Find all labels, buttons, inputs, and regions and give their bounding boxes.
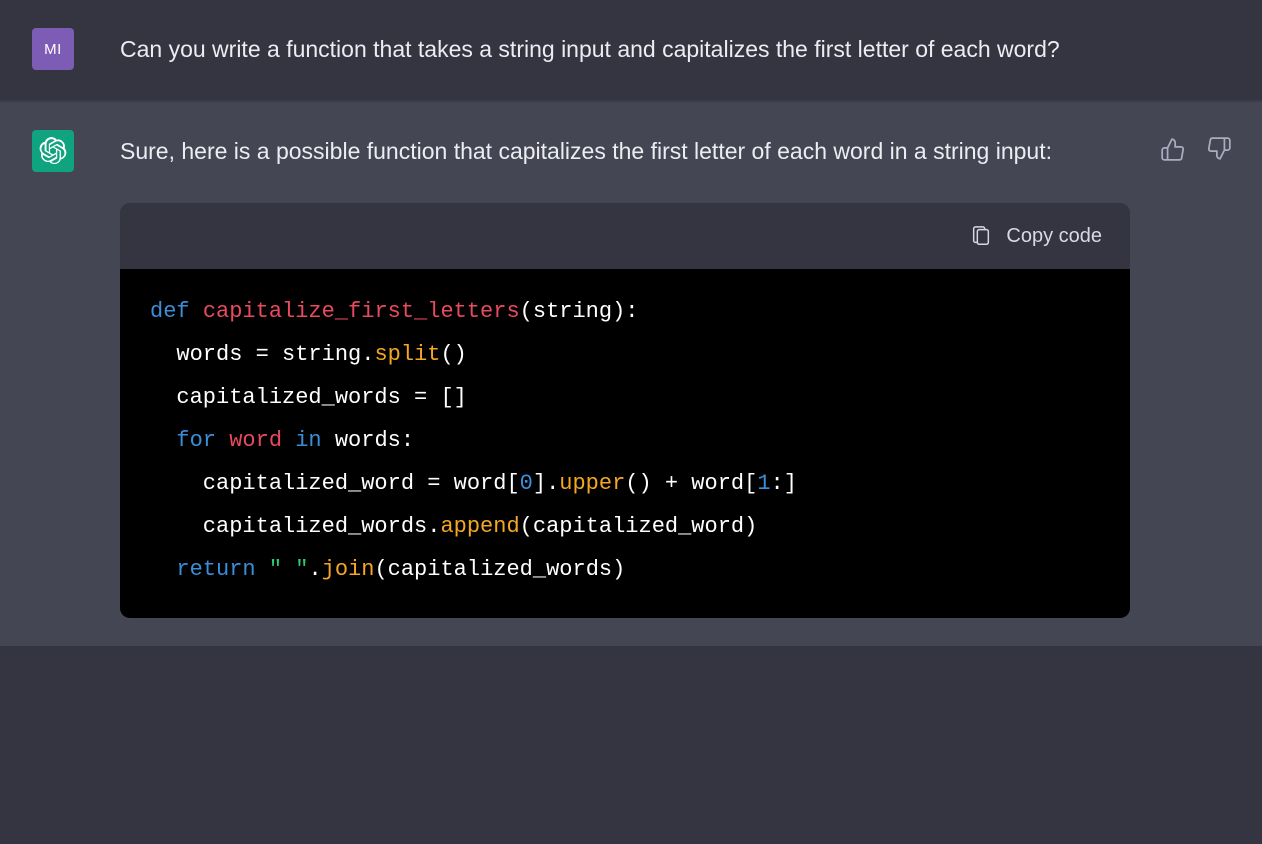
assistant-message-text: Sure, here is a possible function that c… (120, 130, 1080, 174)
openai-logo-icon (39, 137, 67, 165)
assistant-message-content: Sure, here is a possible function that c… (120, 130, 1140, 618)
user-message-content: Can you write a function that takes a st… (120, 28, 1232, 72)
code-block: Copy code def capitalize_first_letters(s… (120, 203, 1130, 617)
user-avatar: MI (32, 28, 74, 70)
method-join: join (322, 557, 375, 582)
code-line-capwords-init: capitalized_words = [] (150, 385, 467, 410)
thumbs-down-icon[interactable] (1206, 136, 1232, 162)
code-text: () + word[ (625, 471, 757, 496)
code-block-header: Copy code (120, 203, 1130, 269)
code-text: capitalized_word = word[ (150, 471, 520, 496)
keyword-in: in (295, 428, 321, 453)
code-text: capitalized_words. (150, 514, 440, 539)
keyword-return: return (176, 557, 255, 582)
clipboard-icon (970, 225, 992, 247)
method-split: split (374, 342, 440, 367)
var-word: word (229, 428, 282, 453)
thumbs-up-icon[interactable] (1160, 136, 1186, 162)
method-append: append (440, 514, 519, 539)
code-text: ]. (533, 471, 559, 496)
code-text: :] (771, 471, 797, 496)
user-message-text: Can you write a function that takes a st… (120, 28, 1080, 72)
number-0: 0 (520, 471, 533, 496)
message-actions (1160, 130, 1232, 618)
code-text: words: (322, 428, 414, 453)
method-upper: upper (559, 471, 625, 496)
user-message-row: MI Can you write a function that takes a… (0, 0, 1262, 101)
user-avatar-initials: MI (44, 41, 62, 58)
assistant-avatar (32, 130, 74, 172)
keyword-for: for (176, 428, 216, 453)
code-text: (capitalized_words) (374, 557, 625, 582)
code-text: . (308, 557, 321, 582)
keyword-def: def (150, 299, 190, 324)
code-text: () (440, 342, 466, 367)
copy-code-button[interactable]: Copy code (970, 217, 1102, 255)
copy-code-label: Copy code (1006, 217, 1102, 255)
string-space: " " (269, 557, 309, 582)
function-params: (string): (520, 299, 639, 324)
code-body: def capitalize_first_letters(string): wo… (120, 269, 1130, 617)
code-line-words-assign: words = string. (150, 342, 374, 367)
number-1: 1 (757, 471, 770, 496)
function-name: capitalize_first_letters (203, 299, 520, 324)
assistant-message-row: Sure, here is a possible function that c… (0, 101, 1262, 646)
code-text: (capitalized_word) (520, 514, 758, 539)
